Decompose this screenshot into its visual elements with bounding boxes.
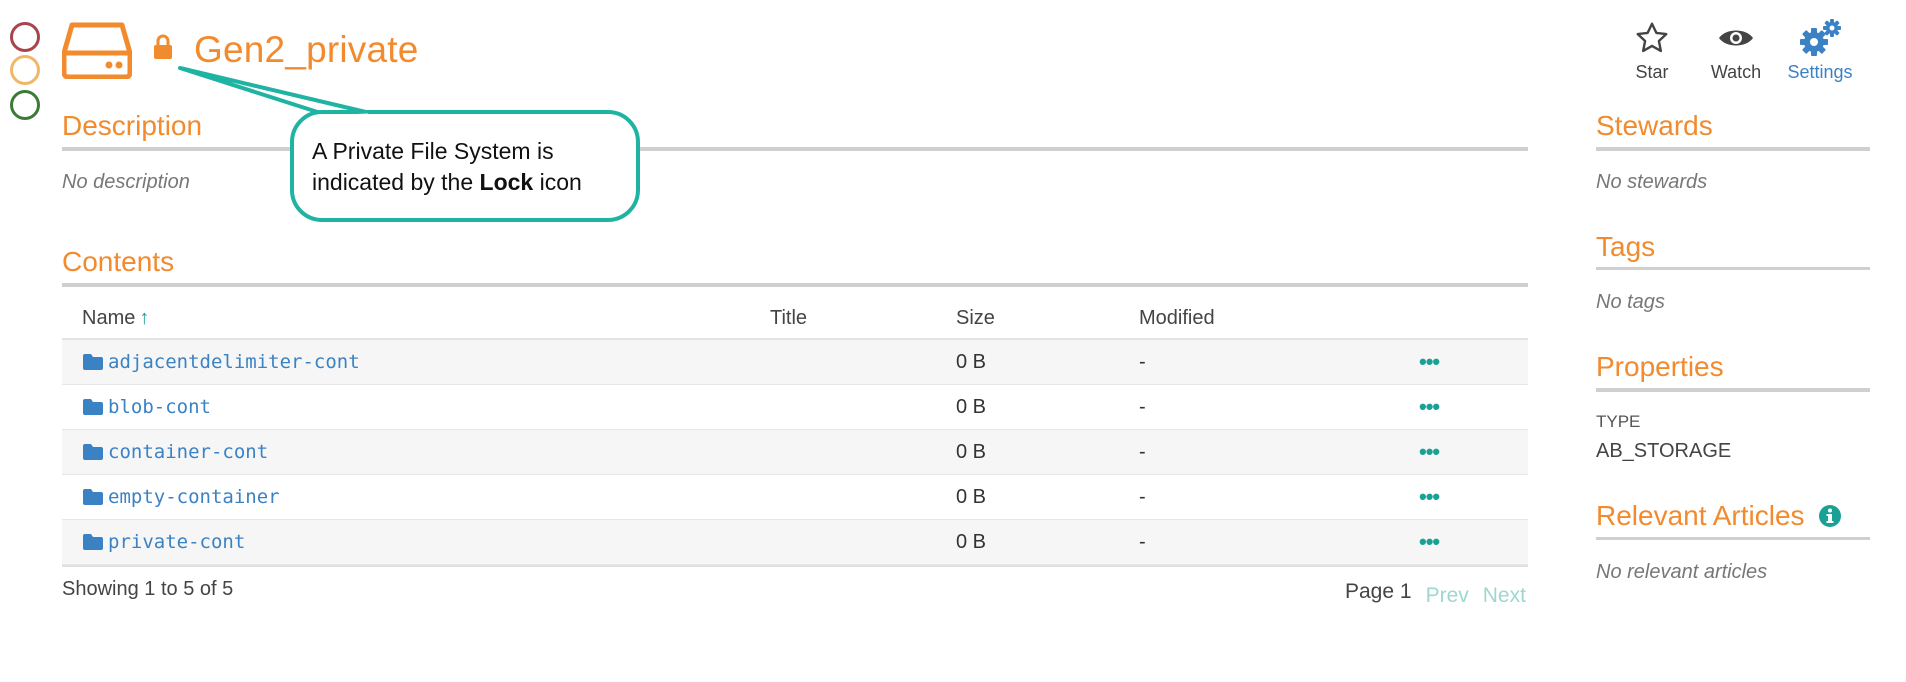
table-header: Name ↑ Title Size Modified xyxy=(62,298,1528,340)
pagination: Page 1 Prev Next xyxy=(1345,580,1526,608)
row-size: 0 B xyxy=(956,530,987,553)
row-more-menu[interactable]: ••• xyxy=(1419,484,1440,509)
folder-icon xyxy=(83,534,103,550)
page-header: Gen2_private xyxy=(62,20,419,80)
callout-line-2: indicated by the Lock icon xyxy=(312,167,618,198)
property-type-key: TYPE xyxy=(1596,412,1641,431)
callout-line-1: A Private File System is xyxy=(312,138,554,164)
settings-button[interactable]: Settings xyxy=(1778,18,1862,83)
row-modified: - xyxy=(1139,530,1146,553)
stewards-divider xyxy=(1596,147,1870,151)
row-modified: - xyxy=(1139,350,1146,373)
table-row: adjacentdelimiter-cont 0 B - ••• xyxy=(62,340,1528,385)
table-row: empty-container 0 B - ••• xyxy=(62,475,1528,520)
status-circle-red xyxy=(10,22,40,52)
contents-table: Name ↑ Title Size Modified adjacentdelim… xyxy=(62,298,1528,567)
row-size: 0 B xyxy=(956,350,987,373)
property-type-value: AB_STORAGE xyxy=(1596,440,1732,462)
properties-divider xyxy=(1596,388,1870,392)
status-circle-green xyxy=(10,90,40,120)
articles-heading-label: Relevant Articles xyxy=(1596,500,1805,531)
prev-button[interactable]: Prev xyxy=(1426,584,1469,608)
description-divider xyxy=(62,147,1528,151)
column-modified[interactable]: Modified xyxy=(1139,307,1419,330)
folder-icon xyxy=(83,489,103,505)
row-name-link[interactable]: private-cont xyxy=(108,531,245,553)
drive-icon xyxy=(62,22,132,79)
description-text: No description xyxy=(62,171,190,193)
row-name-link[interactable]: blob-cont xyxy=(108,396,211,418)
callout-line-2-post: icon xyxy=(533,169,582,195)
articles-divider xyxy=(1596,537,1870,540)
showing-count: Showing 1 to 5 of 5 xyxy=(62,578,234,600)
description-heading: Description xyxy=(62,110,203,141)
tags-text: No tags xyxy=(1596,291,1665,313)
contents-divider xyxy=(62,283,1528,287)
row-name-link[interactable]: empty-container xyxy=(108,486,280,508)
row-modified: - xyxy=(1139,395,1146,418)
row-size: 0 B xyxy=(956,440,987,463)
row-more-menu[interactable]: ••• xyxy=(1419,394,1440,419)
contents-heading: Contents xyxy=(62,246,175,277)
articles-heading: Relevant Articles xyxy=(1596,500,1842,532)
row-size: 0 B xyxy=(956,485,987,508)
next-button[interactable]: Next xyxy=(1483,584,1526,608)
info-icon[interactable] xyxy=(1818,504,1842,528)
column-name[interactable]: Name ↑ xyxy=(62,307,770,330)
watch-label: Watch xyxy=(1710,62,1762,82)
row-more-menu[interactable]: ••• xyxy=(1419,349,1440,374)
folder-icon xyxy=(83,354,103,370)
row-size: 0 B xyxy=(956,395,987,418)
table-body: adjacentdelimiter-cont 0 B - ••• blob-co… xyxy=(62,340,1528,567)
row-modified: - xyxy=(1139,440,1146,463)
stewards-text: No stewards xyxy=(1596,171,1708,193)
table-row: blob-cont 0 B - ••• xyxy=(62,385,1528,430)
row-more-menu[interactable]: ••• xyxy=(1419,439,1440,464)
callout-annotation: A Private File System is indicated by th… xyxy=(290,110,640,222)
column-title[interactable]: Title xyxy=(770,307,956,330)
lock-icon xyxy=(154,34,172,59)
folder-icon xyxy=(83,399,103,415)
callout-line-2-pre: indicated by the xyxy=(312,169,480,195)
row-name-link[interactable]: adjacentdelimiter-cont xyxy=(108,351,360,373)
table-row: container-cont 0 B - ••• xyxy=(62,430,1528,475)
row-more-menu[interactable]: ••• xyxy=(1419,529,1440,554)
settings-label: Settings xyxy=(1787,62,1853,82)
star-button[interactable]: Star xyxy=(1610,18,1694,83)
page-indicator: Page 1 xyxy=(1345,580,1412,603)
star-label: Star xyxy=(1635,62,1669,82)
row-modified: - xyxy=(1139,485,1146,508)
eye-icon xyxy=(1719,30,1753,46)
tags-divider xyxy=(1596,267,1870,270)
table-row: private-cont 0 B - ••• xyxy=(62,520,1528,565)
header-actions: Star Watch Settings xyxy=(1610,18,1862,83)
status-circle-yellow xyxy=(10,55,40,85)
tags-heading: Tags xyxy=(1596,231,1656,262)
gears-icon xyxy=(1800,19,1841,56)
articles-text: No relevant articles xyxy=(1596,561,1768,583)
row-name-link[interactable]: container-cont xyxy=(108,441,268,463)
sort-arrow-icon: ↑ xyxy=(139,306,150,329)
properties-heading: Properties xyxy=(1596,351,1724,382)
stewards-heading: Stewards xyxy=(1596,110,1713,141)
watch-button[interactable]: Watch xyxy=(1694,18,1778,83)
column-size[interactable]: Size xyxy=(956,307,1139,330)
page-title: Gen2_private xyxy=(194,29,419,70)
star-icon xyxy=(1636,22,1668,53)
folder-icon xyxy=(83,444,103,460)
column-name-label: Name xyxy=(82,306,136,329)
callout-bold-word: Lock xyxy=(479,169,534,195)
